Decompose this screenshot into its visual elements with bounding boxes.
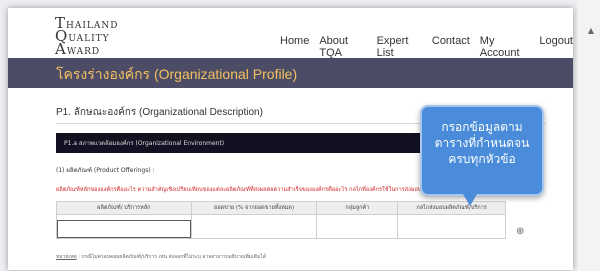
col-header-sales: ยอดขาย (% จากยอดขายทั้งหมด) bbox=[190, 201, 318, 215]
callout-line-1: กรอกข้อมูลตาม bbox=[441, 120, 523, 134]
col-header-product: ผลิตภัณฑ์/ บริการหลัก bbox=[56, 201, 192, 215]
tqa-logo[interactable]: THAILAND QUALITY AWARD bbox=[55, 16, 119, 58]
main-nav: Home About TQA Expert List Contact My Ac… bbox=[280, 35, 573, 59]
nav-expert-list[interactable]: Expert List bbox=[377, 35, 422, 59]
col-header-delivery: กลไกส่งมอบผลิตภัณฑ์/บริการ bbox=[397, 201, 506, 215]
page-scrollbar[interactable]: ▲ bbox=[578, 0, 600, 271]
page-title: โครงร่างองค์กร (Organizational Profile) bbox=[56, 66, 298, 82]
customer-input[interactable] bbox=[317, 220, 398, 238]
table-header-row: ผลิตภัณฑ์/ บริการหลัก ยอดขาย (% จากยอดขา… bbox=[56, 201, 506, 215]
page-banner: โครงร่างองค์กร (Organizational Profile) bbox=[8, 58, 573, 88]
cell-product bbox=[56, 214, 192, 239]
col-header-customer: กลุ่มลูกค้า bbox=[316, 201, 399, 215]
nav-contact[interactable]: Contact bbox=[432, 35, 470, 59]
nav-my-account[interactable]: My Account bbox=[480, 35, 530, 59]
cell-sales bbox=[190, 214, 318, 239]
subsection-label: P1.a สภาพแวดล้อมองค์กร (Organizational E… bbox=[64, 140, 225, 147]
callout-line-2: ตารางที่กำหนดจน bbox=[434, 136, 530, 150]
scroll-up-icon[interactable]: ▲ bbox=[588, 26, 594, 35]
nav-home[interactable]: Home bbox=[280, 35, 309, 59]
instruction-callout: กรอกข้อมูลตาม ตารางที่กำหนดจน ครบทุกหัวข… bbox=[420, 105, 544, 196]
site-header: THAILAND QUALITY AWARD Home About TQA Ex… bbox=[8, 8, 573, 60]
remark-text: หมายเหตุ : กรณีไม่ครอบคลุมผลิตภัณฑ์/บริก… bbox=[56, 254, 267, 260]
nav-logout[interactable]: Logout bbox=[539, 35, 573, 59]
section-title: P1. ลักษณะองค์กร (Organizational Descrip… bbox=[56, 107, 263, 118]
product-table: ผลิตภัณฑ์/ บริการหลัก ยอดขาย (% จากยอดขา… bbox=[56, 201, 506, 239]
table-row bbox=[56, 214, 506, 239]
question-note: ผลิตภัณฑ์หลักขององค์กรคืออะไร ความสำคัญเ… bbox=[56, 187, 465, 193]
question-label: (1) ผลิตภัณฑ์ (Product Offerings) : bbox=[56, 167, 155, 174]
sales-input[interactable] bbox=[191, 220, 317, 238]
page-frame: THAILAND QUALITY AWARD Home About TQA Ex… bbox=[8, 8, 573, 270]
product-input[interactable] bbox=[57, 220, 191, 238]
callout-line-3: ครบทุกหัวข้อ bbox=[448, 152, 516, 166]
callout-tail bbox=[463, 194, 477, 206]
delivery-input[interactable] bbox=[398, 220, 505, 238]
cell-delivery bbox=[397, 214, 506, 239]
add-row-icon[interactable]: ⊕ bbox=[516, 226, 524, 237]
nav-about-tqa[interactable]: About TQA bbox=[319, 35, 366, 59]
cell-customer bbox=[316, 214, 399, 239]
